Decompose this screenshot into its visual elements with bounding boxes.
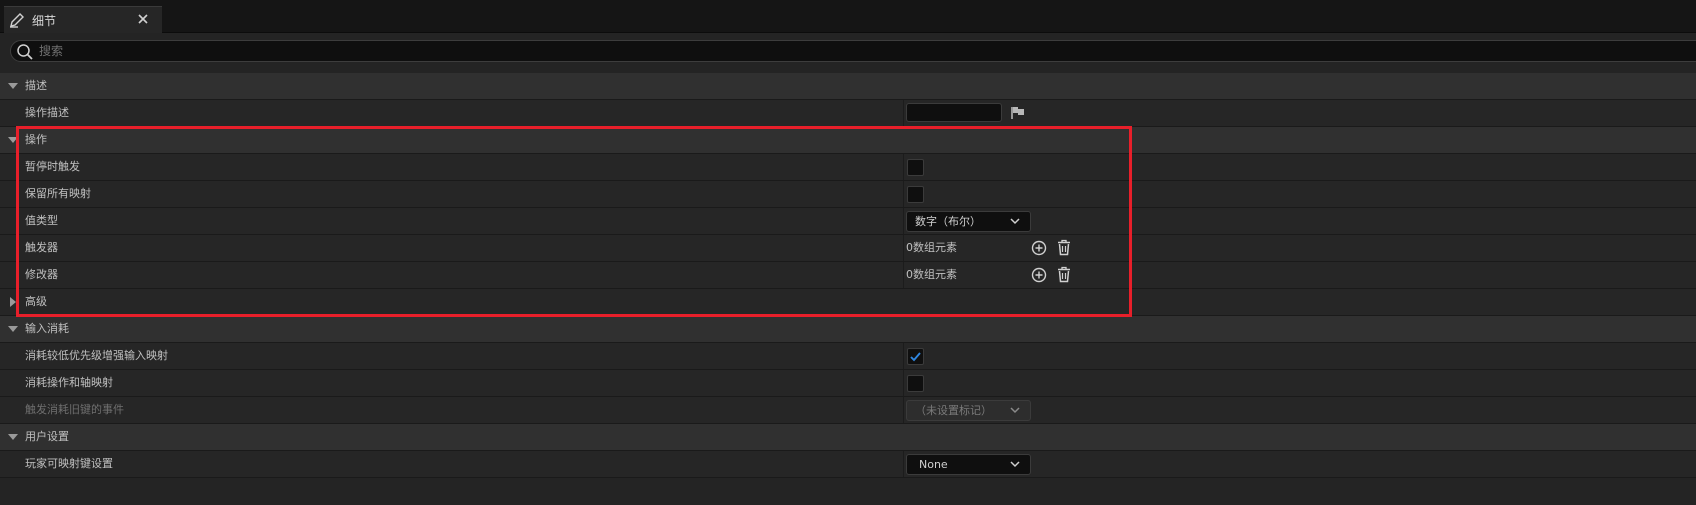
- tab-title: 细节: [32, 13, 57, 28]
- column-divider[interactable]: [903, 181, 904, 207]
- column-divider[interactable]: [903, 343, 904, 369]
- edit-icon: [10, 13, 24, 28]
- trash-icon[interactable]: [1057, 266, 1071, 283]
- column-divider[interactable]: [903, 100, 904, 126]
- collapse-arrow-icon[interactable]: [10, 297, 16, 307]
- property-label: 保留所有映射: [25, 187, 91, 200]
- dropdown-selected-value: None: [919, 458, 948, 471]
- property-label: 值类型: [25, 214, 58, 227]
- section-title: 高级: [25, 295, 47, 308]
- property-label: 消耗较低优先级增强输入映射: [25, 349, 168, 362]
- property-label: 触发器: [25, 241, 58, 254]
- section-title: 描述: [25, 79, 47, 92]
- section-action[interactable]: 操作: [0, 127, 1696, 154]
- reserve-all-mappings-checkbox[interactable]: [907, 186, 924, 203]
- dropdown-selected-value: （未设置标记）: [915, 404, 992, 417]
- section-description[interactable]: 描述: [0, 73, 1696, 100]
- tab-details[interactable]: 细节: [4, 6, 162, 33]
- tab-bar: 细节: [0, 0, 1696, 33]
- search-input[interactable]: [39, 41, 539, 61]
- action-description-input[interactable]: [906, 103, 1002, 122]
- property-consume-lower-priority: 消耗较低优先级增强输入映射: [0, 343, 1696, 370]
- property-action-description: 操作描述: [0, 100, 1696, 127]
- property-trigger-consumed-legacy: 触发消耗旧键的事件 （未设置标记）: [0, 397, 1696, 424]
- expand-arrow-icon[interactable]: [8, 137, 18, 143]
- search-bar: [10, 40, 1696, 62]
- consume-lower-priority-checkbox[interactable]: [907, 348, 924, 365]
- expand-arrow-icon[interactable]: [8, 83, 18, 89]
- add-icon[interactable]: [1031, 240, 1047, 256]
- column-divider[interactable]: [903, 451, 904, 477]
- expand-arrow-icon[interactable]: [8, 326, 18, 332]
- chevron-down-icon: [1010, 218, 1020, 225]
- column-divider[interactable]: [903, 154, 904, 180]
- section-user-settings[interactable]: 用户设置: [0, 424, 1696, 451]
- details-panel: 描述 操作描述 操作 暂停时触发 保留所有映射 值类型: [0, 33, 1696, 505]
- property-label: 暂停时触发: [25, 160, 80, 173]
- property-player-mappable-key-settings: 玩家可映射键设置 None: [0, 451, 1696, 478]
- property-label: 玩家可映射键设置: [25, 457, 113, 470]
- flag-icon[interactable]: [1010, 106, 1026, 120]
- add-icon[interactable]: [1031, 267, 1047, 283]
- property-label: 操作描述: [25, 106, 69, 119]
- subsection-advanced[interactable]: 高级: [0, 289, 1696, 316]
- expand-arrow-icon[interactable]: [8, 434, 18, 440]
- column-divider[interactable]: [903, 370, 904, 396]
- property-label: 触发消耗旧键的事件: [25, 403, 124, 416]
- array-count: 0数组元素: [906, 241, 957, 254]
- property-modifiers: 修改器 0数组元素: [0, 262, 1696, 289]
- column-divider[interactable]: [903, 208, 904, 234]
- property-label: 消耗操作和轴映射: [25, 376, 113, 389]
- section-input-consumption[interactable]: 输入消耗: [0, 316, 1696, 343]
- property-triggers: 触发器 0数组元素: [0, 235, 1696, 262]
- property-reserve-all-mappings: 保留所有映射: [0, 181, 1696, 208]
- search-icon: [17, 44, 33, 60]
- chevron-down-icon: [1010, 461, 1020, 468]
- section-title: 用户设置: [25, 430, 69, 443]
- property-value-type: 值类型 数字（布尔）: [0, 208, 1696, 235]
- dropdown-selected-value: 数字（布尔）: [915, 215, 981, 228]
- column-divider[interactable]: [903, 262, 904, 288]
- section-title: 操作: [25, 133, 47, 146]
- column-divider[interactable]: [903, 235, 904, 261]
- trigger-when-paused-checkbox[interactable]: [907, 159, 924, 176]
- array-count: 0数组元素: [906, 268, 957, 281]
- chevron-down-icon: [1010, 407, 1020, 414]
- property-list: 描述 操作描述 操作 暂停时触发 保留所有映射 值类型 数字（布尔） 触发器 0…: [0, 73, 1696, 478]
- property-consume-action-axis: 消耗操作和轴映射: [0, 370, 1696, 397]
- value-type-dropdown[interactable]: 数字（布尔）: [906, 211, 1031, 232]
- trigger-consumed-legacy-dropdown[interactable]: （未设置标记）: [906, 400, 1031, 421]
- trash-icon[interactable]: [1057, 239, 1071, 256]
- property-label: 修改器: [25, 268, 58, 281]
- section-title: 输入消耗: [25, 322, 69, 335]
- column-divider[interactable]: [903, 397, 904, 423]
- property-trigger-when-paused: 暂停时触发: [0, 154, 1696, 181]
- close-icon[interactable]: [136, 12, 150, 26]
- player-mappable-key-settings-dropdown[interactable]: None: [906, 454, 1031, 475]
- checkmark-icon: [910, 352, 921, 362]
- consume-action-axis-checkbox[interactable]: [907, 375, 924, 392]
